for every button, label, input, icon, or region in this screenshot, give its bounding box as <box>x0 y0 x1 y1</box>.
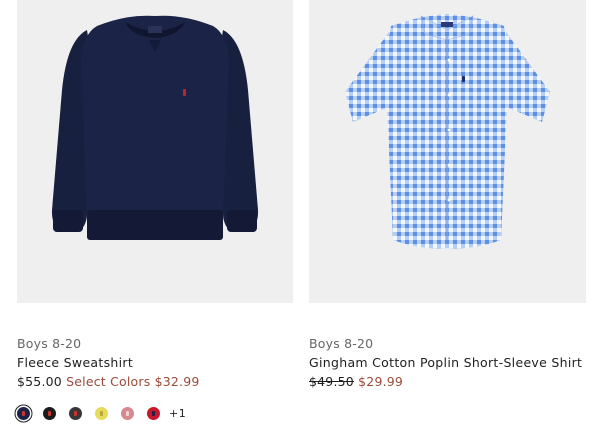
product-category: Boys 8-20 <box>17 336 82 351</box>
pony-logo-icon <box>126 410 129 416</box>
product-card[interactable]: Boys 8-20 Fleece Sweatshirt $55.00 Selec… <box>17 0 293 420</box>
sale-price-label: Select Colors $32.99 <box>66 374 200 389</box>
product-title[interactable]: Gingham Cotton Poplin Short-Sleeve Shirt <box>309 355 582 370</box>
more-colors-link[interactable]: +1 <box>169 407 186 420</box>
swatch-red[interactable] <box>147 406 160 420</box>
original-price: $49.50 <box>309 374 354 389</box>
pony-logo-icon <box>152 410 155 416</box>
gingham-shirt-image <box>345 14 550 249</box>
pony-logo-icon <box>100 410 103 416</box>
swatch-navy[interactable] <box>17 406 30 420</box>
product-category: Boys 8-20 <box>309 336 374 351</box>
product-card[interactable]: Boys 8-20 Gingham Cotton Poplin Short-Sl… <box>309 0 586 389</box>
price-row: $55.00 Select Colors $32.99 <box>17 374 200 389</box>
swatch-pink[interactable] <box>121 406 134 420</box>
product-image[interactable] <box>17 0 293 303</box>
pony-logo-icon <box>22 410 25 416</box>
sale-price: $29.99 <box>358 374 404 389</box>
pony-logo-icon <box>74 410 77 416</box>
color-swatches: +1 <box>17 405 186 421</box>
product-image[interactable] <box>309 0 586 303</box>
product-grid: Boys 8-20 Fleece Sweatshirt $55.00 Selec… <box>0 0 593 439</box>
pony-logo-icon <box>48 410 51 416</box>
swatch-charcoal[interactable] <box>69 406 82 420</box>
product-title[interactable]: Fleece Sweatshirt <box>17 355 133 370</box>
swatch-black[interactable] <box>43 406 56 420</box>
swatch-yellow[interactable] <box>95 406 108 420</box>
sweatshirt-image <box>51 15 259 240</box>
price-row: $49.50 $29.99 <box>309 374 403 389</box>
product-price: $55.00 <box>17 374 62 389</box>
